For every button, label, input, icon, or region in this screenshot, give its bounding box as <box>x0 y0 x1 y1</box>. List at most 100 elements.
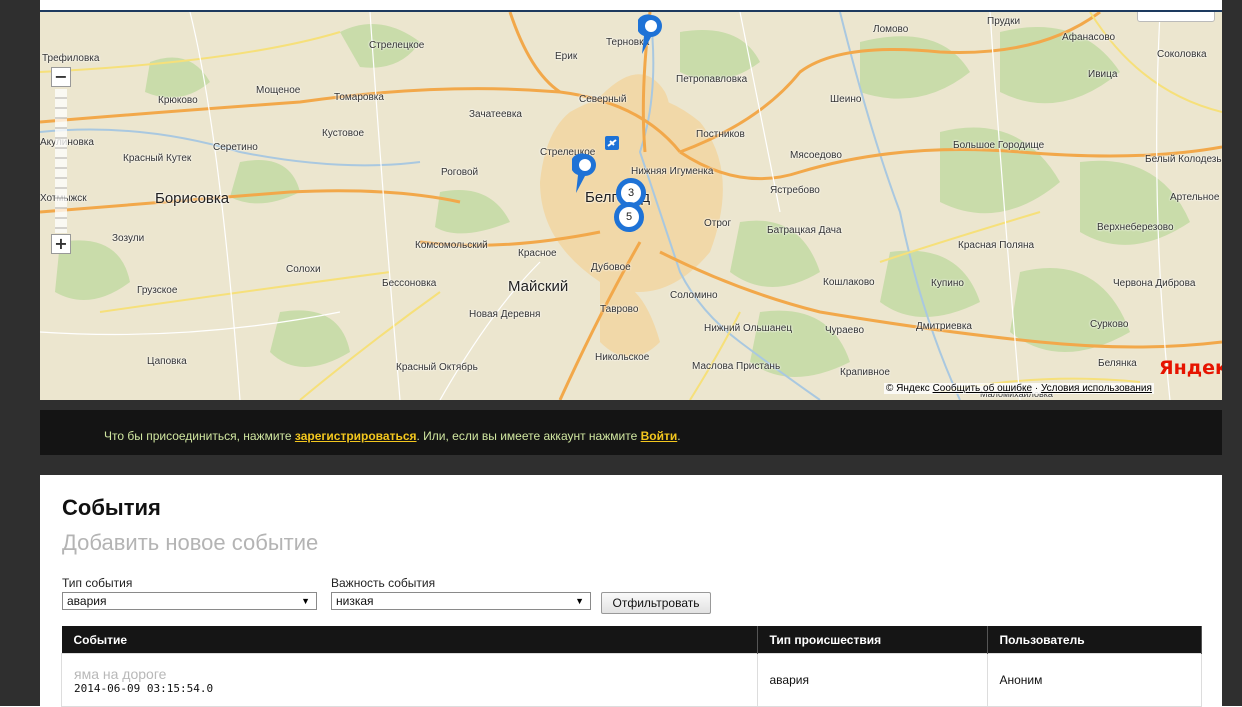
event-timestamp: 2014-06-09 03:15:54.0 <box>74 681 214 695</box>
zoom-in-button[interactable]: + <box>51 234 71 254</box>
type-filter-select[interactable]: авария ▼ <box>62 592 317 610</box>
map-pin-icon[interactable] <box>572 153 598 195</box>
map-label: Верхнеберезово <box>1097 222 1174 233</box>
map-label: Северный <box>579 94 627 105</box>
column-header-event[interactable]: Событие <box>61 626 758 654</box>
zoom-out-button[interactable]: − <box>51 67 71 87</box>
importance-filter-select[interactable]: низкая ▼ <box>331 592 591 610</box>
zoom-slider[interactable] <box>55 89 67 233</box>
divider <box>40 455 1222 475</box>
map-label: Мясоедово <box>790 150 842 161</box>
map-label: Чураево <box>825 325 864 336</box>
add-event-link[interactable]: Добавить новое событие <box>62 530 318 556</box>
map-label: Никольское <box>595 352 650 363</box>
map-view[interactable]: Прудки Ломово Афанасово Соколовка Ивица … <box>40 12 1222 400</box>
page-frame-left <box>0 0 40 706</box>
map-label: Томаровка <box>334 92 384 103</box>
map-label: Прудки <box>987 16 1021 27</box>
join-banner: Что бы присоединиться, нажмите зарегистр… <box>40 410 1222 455</box>
map-label: Соколовка <box>1157 49 1207 60</box>
terms-link[interactable]: Условия использования <box>1041 383 1152 394</box>
map-label: Постников <box>696 129 745 140</box>
column-header-type[interactable]: Тип происшествия <box>757 626 988 654</box>
page-frame-right <box>1222 0 1242 706</box>
separator: · <box>1034 383 1039 394</box>
map-label: Серетино <box>213 142 258 153</box>
map-pin-icon[interactable] <box>638 14 664 56</box>
map-label: Белянка <box>1098 358 1137 369</box>
yandex-logo[interactable]: Яндекс <box>1159 357 1222 379</box>
map-label: Таврово <box>600 304 639 315</box>
map-copyright: © Яндекс Сообщить об ошибке · Условия ис… <box>884 383 1154 394</box>
column-header-user[interactable]: Пользователь <box>987 626 1202 654</box>
map-label: Зачатеевка <box>469 109 522 120</box>
map-label: Роговой <box>441 167 479 178</box>
map-label: Купино <box>931 278 964 289</box>
map-label: Крюково <box>158 95 198 106</box>
map-label: Солохи <box>286 264 321 275</box>
map-cluster[interactable]: 5 <box>614 202 644 232</box>
map-label: Большое Городище <box>953 140 1045 151</box>
map-label: Отрог <box>704 218 732 229</box>
join-message: Что бы присоединиться, нажмите зарегистр… <box>104 429 681 443</box>
chevron-down-icon: ▼ <box>575 596 584 606</box>
map-label: Красное <box>518 248 557 259</box>
events-table: Событие Тип происшествия Пользователь ям… <box>61 626 1202 707</box>
map-label: Трефиловка <box>42 53 100 64</box>
map-label: Кустовое <box>322 128 365 139</box>
map-label: Сурково <box>1090 319 1129 330</box>
register-link[interactable]: зарегистрироваться <box>295 429 417 443</box>
map-label: Червона Диброва <box>1113 278 1196 289</box>
map-label: Ломово <box>873 24 909 35</box>
copyright-text: © Яндекс <box>886 383 930 394</box>
map-label: Афанасово <box>1062 32 1116 43</box>
importance-filter-label: Важность события <box>331 576 436 590</box>
map-layers-button[interactable] <box>1137 12 1215 22</box>
map-label: Бессоновка <box>382 278 437 289</box>
map-label: Зозули <box>112 233 145 244</box>
map-label: Грузское <box>137 285 178 296</box>
map-label: Артельное <box>1170 192 1220 203</box>
map-label: Батрацкая Дача <box>767 225 842 236</box>
filter-button[interactable]: Отфильтровать <box>601 592 711 614</box>
map-label: Нижний Ольшанец <box>704 323 793 334</box>
map-label: Маслова Пристань <box>692 361 781 372</box>
map-label: Соломино <box>670 290 718 301</box>
map-label: Новая Деревня <box>469 309 541 320</box>
chevron-down-icon: ▼ <box>301 596 310 606</box>
map-label: Петропавловка <box>676 74 748 85</box>
table-row[interactable]: яма на дороге 2014-06-09 03:15:54.0 авар… <box>61 653 1202 707</box>
map-label: Шеино <box>830 94 862 105</box>
map-label: Мощеное <box>256 85 301 96</box>
type-filter-value: авария <box>67 594 107 608</box>
map-label: Белый Колодезь <box>1145 154 1222 165</box>
event-title-link[interactable]: яма на дороге <box>74 666 757 682</box>
map-label: Ерик <box>555 51 578 62</box>
map-label: Красная Поляна <box>958 240 1035 251</box>
map-label: Комсомольский <box>415 240 488 251</box>
event-cell: яма на дороге 2014-06-09 03:15:54.0 <box>61 653 758 707</box>
join-prefix: Что бы присоединиться, нажмите <box>104 429 295 443</box>
login-link[interactable]: Войти <box>641 429 678 443</box>
join-suffix: . <box>677 429 681 443</box>
map-label: Стрелецкое <box>369 40 425 51</box>
events-section: События Добавить новое событие Тип событ… <box>40 475 1222 707</box>
importance-filter-value: низкая <box>336 594 374 608</box>
type-filter-label: Тип события <box>62 576 133 590</box>
table-header-row: Событие Тип происшествия Пользователь <box>61 626 1202 654</box>
event-type-cell: авария <box>756 653 988 707</box>
report-error-link[interactable]: Сообщить об ошибке <box>933 383 1032 394</box>
map-label: Крапивное <box>840 367 890 378</box>
map-label: Кошлаково <box>823 277 875 288</box>
zoom-control: − + <box>51 67 71 257</box>
map-label: Дмитриевка <box>916 321 972 332</box>
airport-icon <box>605 136 619 150</box>
map-label: Цаповка <box>147 356 187 367</box>
map-label: Ястребово <box>770 185 820 196</box>
map-label: Нижняя Игуменка <box>631 166 714 177</box>
divider <box>40 400 1222 410</box>
map-label: Борисовка <box>155 190 230 207</box>
map-label: Майский <box>508 278 569 295</box>
map-label: Красный Кутек <box>123 153 192 164</box>
event-user-cell: Аноним <box>986 653 1202 707</box>
